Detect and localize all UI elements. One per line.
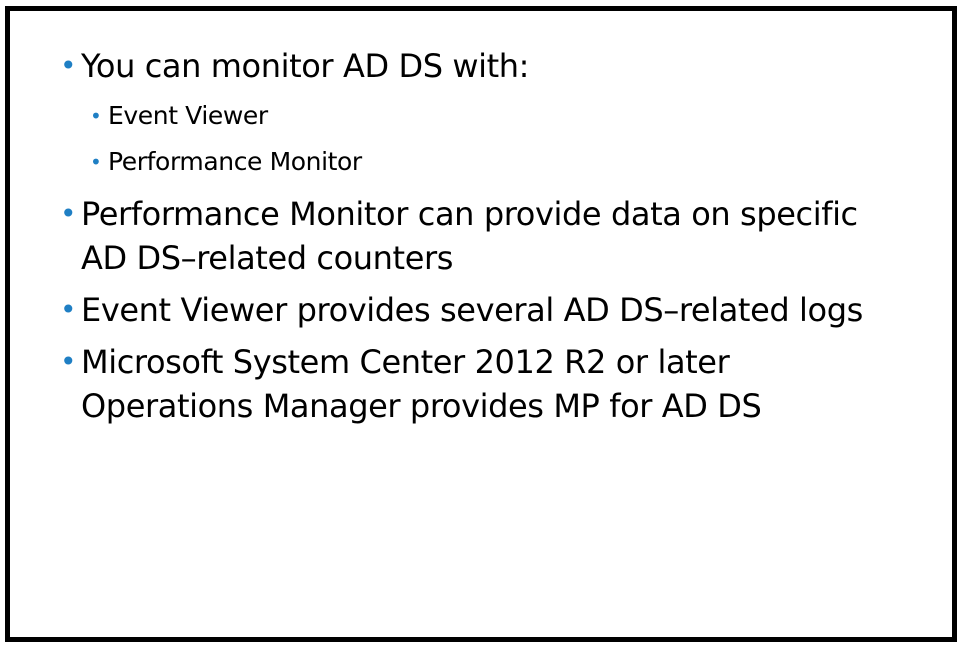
bullet-text: You can monitor AD DS with: xyxy=(81,47,530,85)
bullet-text: Microsoft System Center 2012 R2 or later… xyxy=(81,343,762,425)
bullet-dot-icon: • xyxy=(60,293,77,326)
bullet-list: • You can monitor AD DS with: • Event Vi… xyxy=(60,44,892,436)
bullet-dot-icon: • xyxy=(60,49,77,82)
slide-frame: • You can monitor AD DS with: • Event Vi… xyxy=(5,6,957,642)
bullet-dot-icon: • xyxy=(60,197,77,230)
bullet-text: Performance Monitor can provide data on … xyxy=(81,195,858,277)
sub-bullet-item-event-viewer: • Event Viewer xyxy=(90,96,892,136)
bullet-dot-icon: • xyxy=(90,104,102,128)
bullet-dot-icon: • xyxy=(60,345,77,378)
bullet-item-monitor-with: • You can monitor AD DS with: xyxy=(60,44,892,88)
bullet-item-performance-counters: • Performance Monitor can provide data o… xyxy=(60,192,892,280)
sub-bullet-item-performance-monitor: • Performance Monitor xyxy=(90,142,892,182)
sub-bullet-text: Performance Monitor xyxy=(108,147,362,176)
bullet-text: Event Viewer provides several AD DS–rela… xyxy=(81,291,863,329)
sub-bullet-text: Event Viewer xyxy=(108,101,268,130)
bullet-item-operations-manager: • Microsoft System Center 2012 R2 or lat… xyxy=(60,340,892,428)
bullet-item-event-viewer-logs: • Event Viewer provides several AD DS–re… xyxy=(60,288,892,332)
bullet-dot-icon: • xyxy=(90,150,102,174)
